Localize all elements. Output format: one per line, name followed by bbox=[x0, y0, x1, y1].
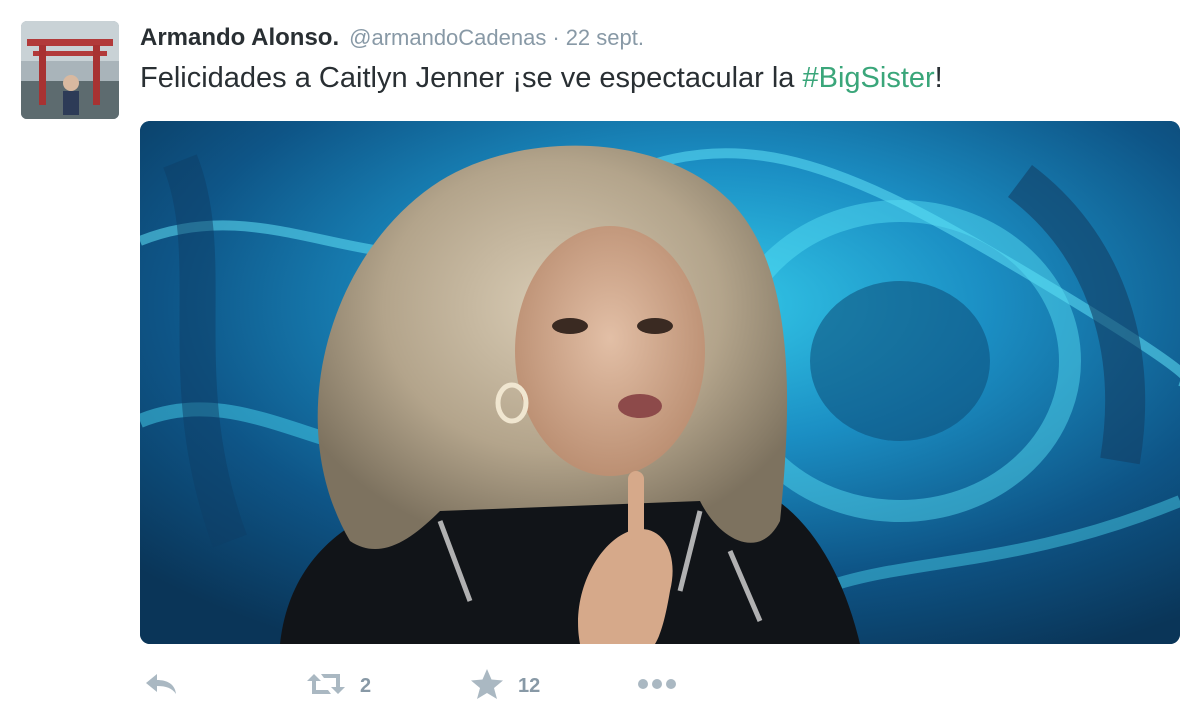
tweet-actions: 2 12 bbox=[140, 668, 740, 704]
tweet-text-start: Felicidades a Caitlyn Jenner ¡se ve espe… bbox=[140, 62, 803, 94]
more-dots-icon bbox=[636, 677, 678, 696]
retweet-button[interactable]: 2 bbox=[306, 668, 371, 704]
author-avatar[interactable] bbox=[21, 21, 119, 119]
hashtag-link[interactable]: #BigSister bbox=[803, 62, 935, 94]
retweet-count: 2 bbox=[360, 674, 372, 697]
retweet-icon bbox=[306, 670, 346, 703]
favorite-button[interactable]: 12 bbox=[470, 668, 540, 704]
tweet-date[interactable]: 22 sept. bbox=[566, 25, 644, 51]
tweet-header: Armando Alonso. @armandoCadenas · 22 sep… bbox=[140, 24, 644, 54]
meta-separator: · bbox=[552, 25, 560, 50]
more-button[interactable] bbox=[636, 668, 678, 704]
author-handle[interactable]: @armandoCadenas bbox=[349, 25, 546, 51]
tweet-card: Armando Alonso. @armandoCadenas · 22 sep… bbox=[0, 0, 1200, 717]
tweet-photo[interactable] bbox=[140, 121, 1180, 644]
avatar-image bbox=[21, 21, 119, 119]
tweet-text: Felicidades a Caitlyn Jenner ¡se ve espe… bbox=[140, 62, 943, 95]
photo-image bbox=[140, 121, 1180, 644]
reply-button[interactable] bbox=[144, 668, 178, 704]
star-icon bbox=[470, 668, 504, 705]
tweet-text-end: ! bbox=[934, 62, 943, 94]
reply-icon bbox=[144, 671, 178, 702]
author-name[interactable]: Armando Alonso. bbox=[140, 24, 339, 52]
favorite-count: 12 bbox=[518, 674, 541, 697]
